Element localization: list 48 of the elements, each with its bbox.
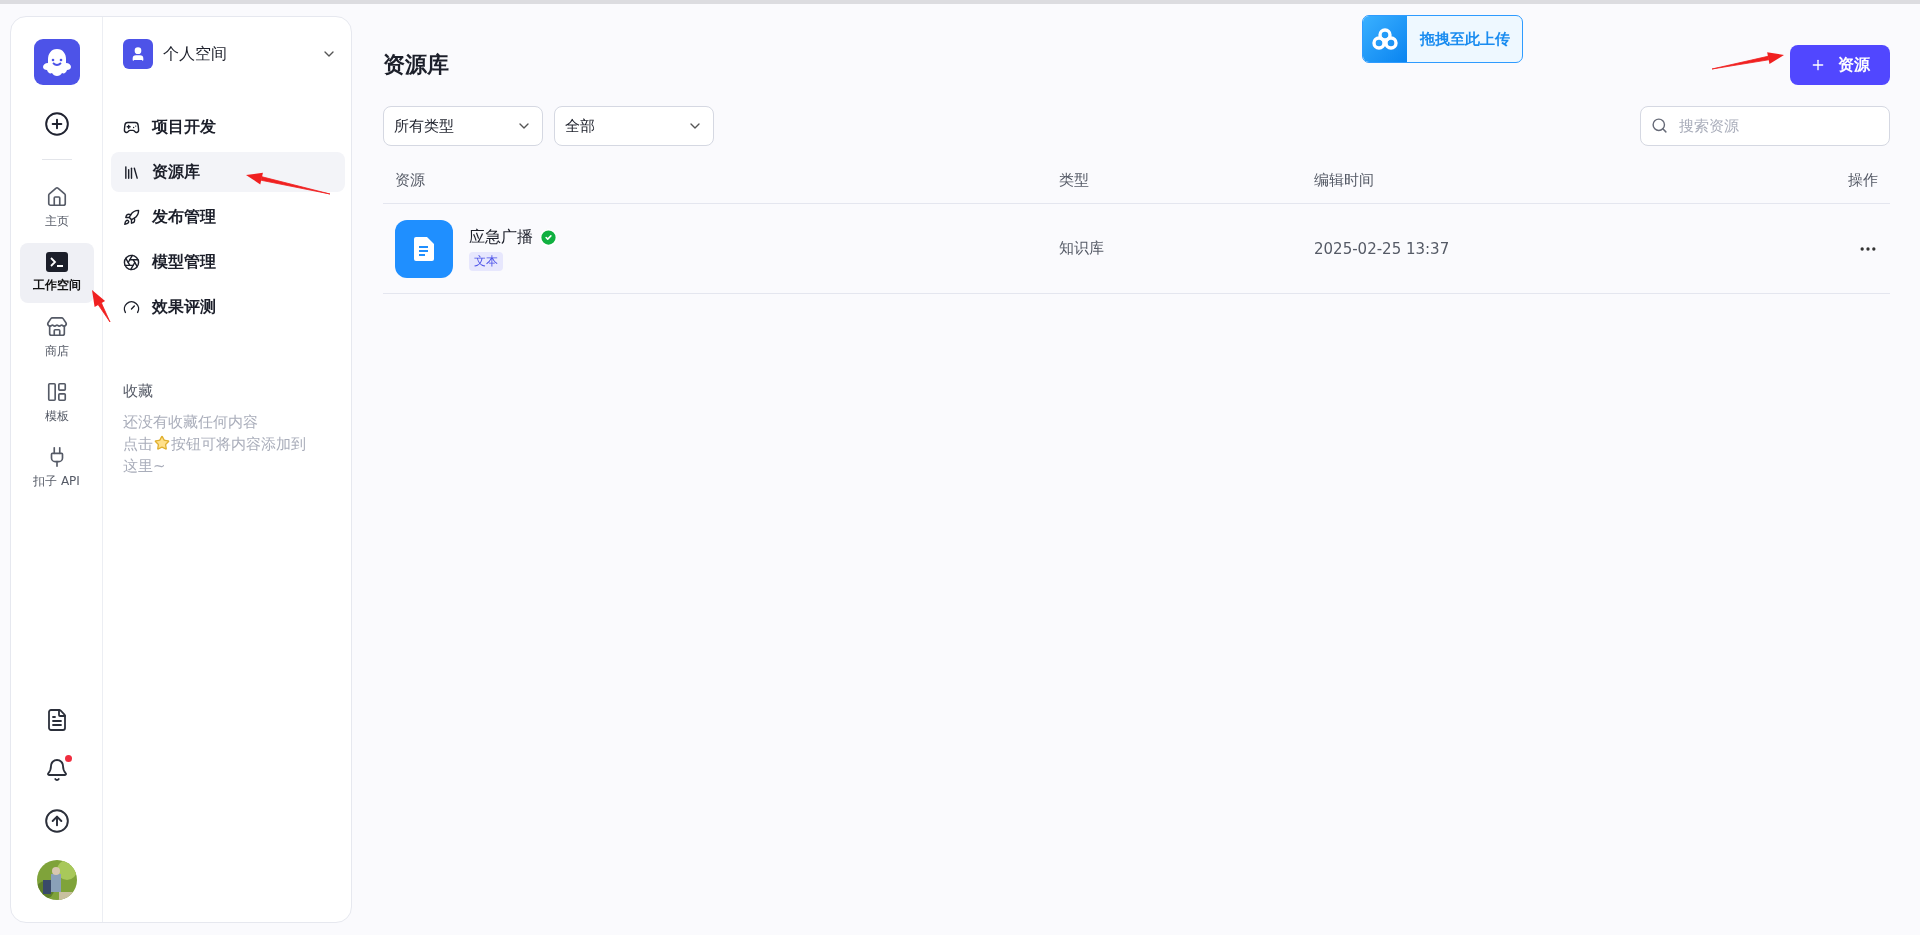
- rail-item[interactable]: 商店: [19, 308, 94, 368]
- gauge-icon: [123, 298, 140, 316]
- add-resource-button[interactable]: 资源: [1790, 45, 1890, 85]
- layout-icon: [45, 381, 68, 403]
- search-field[interactable]: 搜索资源: [1640, 106, 1890, 146]
- add-icon[interactable]: [43, 111, 70, 137]
- user-icon: [130, 46, 146, 62]
- type-tag: 文本: [469, 251, 503, 271]
- plus-icon: [1810, 57, 1826, 73]
- menu-item[interactable]: 效果评测: [111, 287, 345, 327]
- table-cell: 2025-02-25 13:37: [1314, 239, 1450, 258]
- hint-text: 这里~: [123, 456, 167, 477]
- table-cell: 知识库: [1059, 239, 1104, 258]
- rocket-icon: [123, 208, 140, 226]
- empty-hint: 还没有收藏任何内容: [123, 412, 259, 433]
- rail-item[interactable]: 扣子 API: [19, 438, 94, 498]
- column-header: 类型: [1047, 158, 1302, 204]
- upload-icon[interactable]: [43, 808, 70, 834]
- menu-item[interactable]: 发布管理: [111, 197, 345, 237]
- filter-select[interactable]: 全部: [554, 106, 714, 146]
- aperture-icon: [123, 253, 140, 271]
- ghost-logo[interactable]: [33, 39, 80, 85]
- space-selector[interactable]: 个人空间: [111, 39, 345, 69]
- search-icon: [1651, 117, 1668, 134]
- bell-icon[interactable]: [44, 758, 69, 782]
- hint-text: 按钮可将内容添加到: [171, 435, 306, 453]
- store-icon: [45, 316, 68, 338]
- annotation-arrow: [92, 290, 111, 323]
- column-header: 编辑时间: [1302, 158, 1830, 204]
- star-icon: [154, 435, 170, 451]
- hint-text: 点击: [123, 435, 153, 453]
- page-title: 资源库: [383, 51, 449, 79]
- menu-item[interactable]: 资源库: [111, 152, 345, 192]
- resource-name[interactable]: 应急广播: [469, 226, 533, 248]
- rail-item[interactable]: 工作空间: [19, 243, 94, 303]
- column-header: 资源: [383, 158, 1047, 204]
- rail-item[interactable]: 模板: [19, 373, 94, 433]
- cloud-icon: [1372, 28, 1398, 50]
- column-header: 操作: [1830, 158, 1890, 204]
- menu-item[interactable]: 项目开发: [111, 107, 345, 147]
- rail-item[interactable]: 主页: [19, 178, 94, 238]
- terminal-icon: [45, 252, 68, 272]
- menu-item[interactable]: 模型管理: [111, 242, 345, 282]
- document-icon: [414, 236, 434, 261]
- library-icon: [123, 163, 140, 181]
- section-title: 收藏: [123, 382, 154, 401]
- home-icon: [45, 186, 68, 208]
- filter-select[interactable]: 所有类型: [383, 106, 543, 146]
